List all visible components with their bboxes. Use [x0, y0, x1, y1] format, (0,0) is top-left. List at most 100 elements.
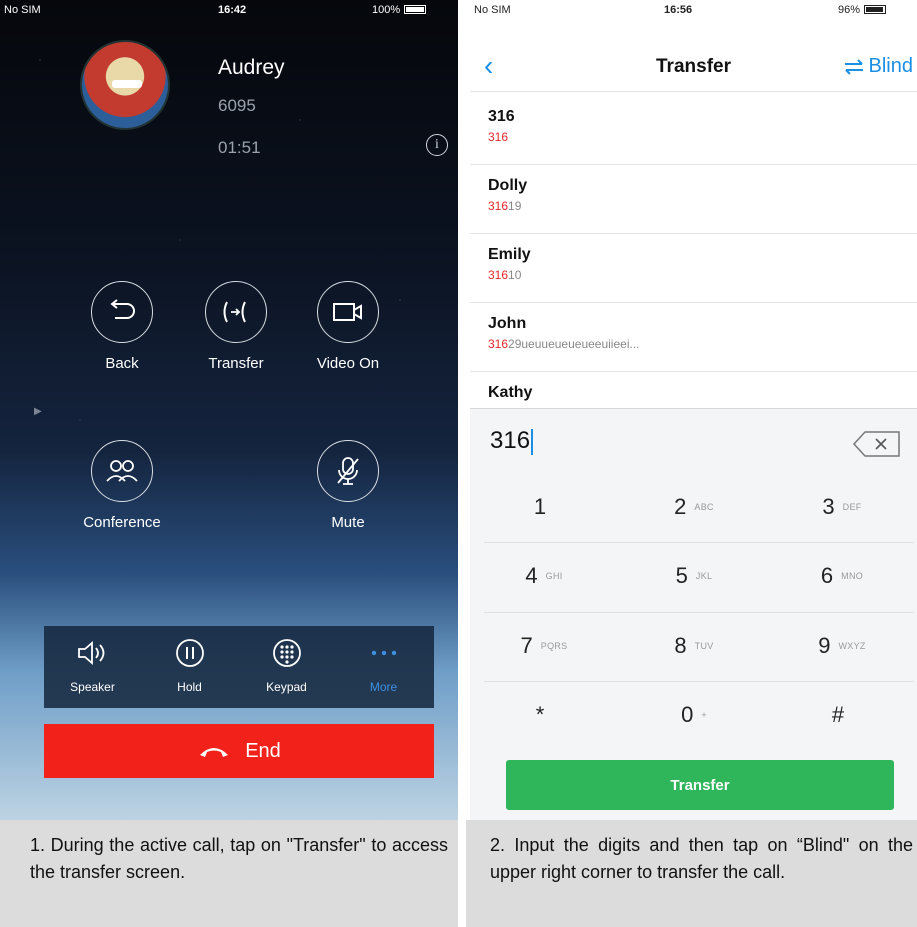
back-icon [110, 299, 135, 319]
contact-name: 316 [488, 108, 515, 125]
blind-transfer-button[interactable]: Blind [843, 55, 913, 78]
contact-name: John [488, 315, 527, 332]
dial-entry-value: 316 [490, 427, 531, 454]
key-letters: JKL [695, 571, 713, 581]
contact-name: Kathy [488, 384, 533, 401]
speaker-button[interactable]: Speaker [44, 626, 141, 694]
keypad-key[interactable]: 9 WXYZ [768, 612, 916, 680]
navigation-bar: ‹ Transfer Blind [470, 40, 917, 92]
keypad-key[interactable]: 4 GHI [470, 542, 618, 610]
keypad-button[interactable]: Keypad [238, 626, 335, 694]
carrier-label: No SIM [4, 4, 41, 16]
key-digit: 2 [674, 494, 687, 519]
contact-number: 31629ueuueueueueeuiieei... [488, 337, 917, 351]
conference-button[interactable]: Conference [62, 440, 182, 531]
remaining-digits: 29ueuueueueueeuiieei... [508, 337, 640, 351]
transfer-button[interactable]: Transfer [176, 281, 296, 372]
matched-digits: 316 [488, 268, 509, 282]
status-time: 16:42 [218, 4, 247, 16]
more-button[interactable]: More [335, 626, 432, 694]
delete-button[interactable] [851, 429, 903, 459]
contact-row[interactable]: Dolly 31619 [470, 165, 917, 234]
key-digit: * [535, 702, 545, 727]
key-divider [484, 542, 914, 543]
battery-icon [864, 4, 887, 14]
backspace-icon [852, 431, 900, 457]
keypad-key[interactable]: 2 ABC [620, 473, 768, 541]
keypad-key[interactable]: 7 PQRS [470, 612, 618, 680]
matched-digits: 316 [488, 199, 509, 213]
swap-arrows-icon [844, 59, 863, 75]
contact-name: Dolly [488, 177, 528, 194]
key-letters: PQRS [540, 641, 568, 651]
end-label: End [245, 739, 281, 762]
status-bar: No SIM 16:42 100% [0, 0, 458, 20]
contact-row[interactable]: John 31629ueuueueueueeuiieei... [470, 303, 917, 372]
keypad-icon [272, 639, 301, 667]
caller-number: 6095 [218, 96, 256, 115]
keypad-key[interactable]: 6 MNO [768, 542, 916, 610]
key-digit: 4 [525, 563, 538, 588]
remaining-digits: 19 [508, 199, 522, 213]
conference-label: Conference [83, 514, 161, 531]
hold-button[interactable]: Hold [141, 626, 238, 694]
call-toolbar: Speaker Hold Keypad More [44, 626, 434, 708]
keypad-label: Keypad [266, 680, 307, 694]
mute-microphone-icon [337, 457, 359, 485]
contact-row[interactable]: Emily 31610 [470, 234, 917, 303]
keypad-key[interactable]: 3 DEF [768, 473, 916, 541]
pause-icon [175, 639, 204, 667]
keypad-key[interactable]: 8 TUV [620, 612, 768, 680]
battery-icon [404, 4, 427, 14]
key-digit: 1 [533, 494, 547, 519]
call-duration: 01:51 [218, 138, 261, 157]
contact-number: 316 [488, 130, 917, 144]
keypad-key[interactable]: # [768, 681, 916, 749]
video-on-label: Video On [316, 355, 380, 372]
contact-number: 31610 [488, 268, 917, 282]
mute-label: Mute [331, 514, 365, 531]
more-label: More [369, 680, 398, 694]
battery-status: 96% [838, 4, 887, 16]
keypad-key[interactable]: 5 JKL [620, 542, 768, 610]
status-bar: No SIM 16:56 96% [470, 0, 917, 20]
key-digit: # [831, 702, 845, 727]
keypad-key[interactable]: 1 [470, 473, 618, 541]
side-arrow-icon: ▶ [34, 406, 42, 417]
contact-row[interactable]: 316 316 [470, 96, 917, 165]
key-digit: 5 [675, 563, 688, 588]
avatar [80, 40, 170, 130]
transfer-label: Transfer [208, 355, 264, 372]
mute-button[interactable]: Mute [288, 440, 408, 531]
blind-label: Blind [868, 55, 913, 77]
hang-up-icon [200, 748, 229, 757]
dialer: 316 1 2 ABC 3 DEF 4 GHI 5 JKL 6 MNO 7 PQRS 8 TUV 9 WXYZ *… [470, 408, 917, 820]
transfer-submit-button[interactable]: Transfer [506, 760, 894, 810]
carrier-label: No SIM [474, 4, 511, 16]
matched-digits: 316 [488, 337, 509, 351]
key-digit: 0 [681, 702, 694, 727]
remaining-digits: 10 [508, 268, 522, 282]
text-caret [531, 428, 534, 455]
keypad-key[interactable]: * [470, 681, 618, 749]
key-letters: MNO [841, 571, 864, 581]
hold-label: Hold [177, 680, 202, 694]
key-letters: GHI [545, 571, 563, 581]
back-button[interactable]: Back [62, 281, 182, 372]
call-screen: No SIM 16:42 100% Audrey 6095 01:51 i ▶ … [0, 0, 458, 820]
key-letters: WXYZ [838, 641, 866, 651]
video-on-button[interactable]: Video On [288, 281, 408, 372]
info-icon[interactable]: i [426, 134, 448, 156]
end-call-button[interactable]: End [44, 724, 434, 778]
matched-digits: 316 [488, 130, 509, 144]
battery-percent: 100% [372, 4, 401, 16]
key-divider [484, 612, 914, 613]
key-divider [484, 681, 914, 682]
key-digit: 8 [674, 633, 687, 658]
dial-entry-field[interactable]: 316 [490, 427, 534, 455]
battery-status: 100% [372, 4, 427, 16]
battery-percent: 96% [838, 4, 861, 16]
status-time: 16:56 [664, 4, 693, 16]
transfer-icon [223, 301, 246, 323]
keypad-key[interactable]: 0 + [620, 681, 768, 749]
